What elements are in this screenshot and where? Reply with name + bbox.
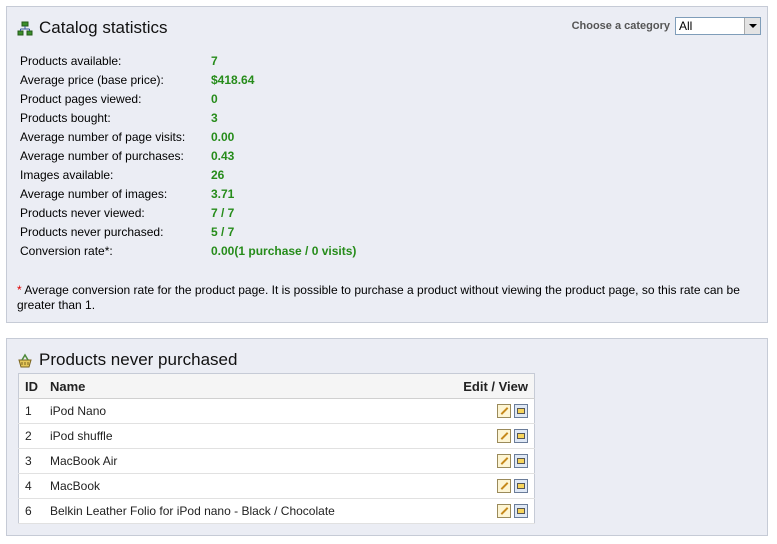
stat-value: 7 xyxy=(211,54,218,68)
stat-row: Products never purchased: 5 / 7 xyxy=(20,223,420,242)
stat-value: $418.64 xyxy=(211,73,255,87)
stat-value: 3.71 xyxy=(211,187,235,201)
view-icon[interactable] xyxy=(514,404,528,419)
stat-row: Products bought: 3 xyxy=(20,109,420,128)
stat-value: 0.00 xyxy=(211,130,235,144)
table-row: 1 iPod Nano xyxy=(18,398,535,424)
table-header-row: ID Name Edit / View xyxy=(18,373,535,399)
product-id: 4 xyxy=(18,473,44,499)
stat-value: 5 / 7 xyxy=(211,225,235,239)
product-id: 2 xyxy=(18,423,44,449)
product-actions xyxy=(433,398,535,424)
stat-label: Average number of purchases: xyxy=(20,149,184,163)
stat-row: Average number of purchases: 0.43 xyxy=(20,147,420,166)
product-actions xyxy=(433,448,535,474)
category-select[interactable]: All xyxy=(675,17,761,35)
stat-row: Product pages viewed: 0 xyxy=(20,90,420,109)
products-never-purchased-title: Products never purchased xyxy=(17,349,237,371)
product-name: iPod Nano xyxy=(44,398,434,424)
edit-icon[interactable] xyxy=(497,454,511,469)
stat-label: Product pages viewed: xyxy=(20,92,142,106)
stat-label: Conversion rate*: xyxy=(20,244,113,258)
stat-label: Average price (base price): xyxy=(20,73,164,87)
stat-row: Conversion rate*: 0.00(1 purchase / 0 vis… xyxy=(20,242,420,261)
product-actions xyxy=(433,498,535,524)
conversion-footnote: * Average conversion rate for the produc… xyxy=(17,283,757,313)
stat-label: Average number of page visits: xyxy=(20,130,186,144)
category-select-label: Choose a category xyxy=(571,20,670,32)
products-table: ID Name Edit / View 1 iPod Nano 2 iPod shuf… xyxy=(18,373,535,524)
products-table-body: 1 iPod Nano 2 iPod shuffle 3 MacBook Air 4 MacB… xyxy=(18,398,535,524)
product-name: MacBook Air xyxy=(44,448,434,474)
stat-label: Products available: xyxy=(20,54,122,68)
view-icon[interactable] xyxy=(514,479,528,494)
stat-row: Average number of page visits: 0.00 xyxy=(20,128,420,147)
table-row: 3 MacBook Air xyxy=(18,448,535,474)
view-icon[interactable] xyxy=(514,429,528,444)
stat-value: 0.43 xyxy=(211,149,235,163)
table-row: 6 Belkin Leather Folio for iPod nano - Bl… xyxy=(18,498,535,524)
view-icon[interactable] xyxy=(514,454,528,469)
category-select-value: All xyxy=(679,19,693,33)
table-row: 4 MacBook xyxy=(18,473,535,499)
stat-row: Average price (base price): $418.64 xyxy=(20,71,420,90)
column-header-edit-view: Edit / View xyxy=(433,373,535,399)
basket-icon xyxy=(18,353,32,368)
stat-label: Products never viewed: xyxy=(20,206,145,220)
product-actions xyxy=(433,473,535,499)
edit-icon[interactable] xyxy=(497,404,511,419)
column-header-id[interactable]: ID xyxy=(18,373,44,399)
sitemap-icon xyxy=(17,21,33,36)
product-name: Belkin Leather Folio for iPod nano - Bla… xyxy=(44,498,434,524)
stat-label: Products bought: xyxy=(20,111,111,125)
stat-row: Images available: 26 xyxy=(20,166,420,185)
table-row: 2 iPod shuffle xyxy=(18,423,535,449)
footnote-text: Average conversion rate for the product … xyxy=(17,283,740,312)
catalog-statistics-title-text: Catalog statistics xyxy=(39,18,168,37)
stat-value: 0 xyxy=(211,92,218,106)
product-id: 6 xyxy=(18,498,44,524)
product-name: iPod shuffle xyxy=(44,423,434,449)
product-id: 3 xyxy=(18,448,44,474)
edit-icon[interactable] xyxy=(497,429,511,444)
product-name: MacBook xyxy=(44,473,434,499)
stat-value: 26 xyxy=(211,168,225,182)
catalog-statistics-panel: Catalog statistics Choose a category All… xyxy=(6,6,768,323)
stat-row: Average number of images: 3.71 xyxy=(20,185,420,204)
statistics-list: Products available: 7 Average price (base … xyxy=(20,52,420,261)
catalog-statistics-title: Catalog statistics xyxy=(17,17,168,39)
product-id: 1 xyxy=(18,398,44,424)
stat-row: Products available: 7 xyxy=(20,52,420,71)
stat-label: Products never purchased: xyxy=(20,225,164,239)
edit-icon[interactable] xyxy=(497,479,511,494)
edit-icon[interactable] xyxy=(497,504,511,519)
stat-row: Products never viewed: 7 / 7 xyxy=(20,204,420,223)
stat-label: Images available: xyxy=(20,168,114,182)
stat-label: Average number of images: xyxy=(20,187,168,201)
stat-value: 3 xyxy=(211,111,218,125)
product-actions xyxy=(433,423,535,449)
stat-value: 0.00(1 purchase / 0 visits) xyxy=(211,244,357,258)
products-never-purchased-title-text: Products never purchased xyxy=(39,350,238,369)
chevron-down-icon[interactable] xyxy=(744,18,760,34)
stat-value: 7 / 7 xyxy=(211,206,235,220)
view-icon[interactable] xyxy=(514,504,528,519)
products-never-purchased-panel: Products never purchased ID Name Edit / … xyxy=(6,338,768,536)
column-header-name[interactable]: Name xyxy=(44,373,434,399)
